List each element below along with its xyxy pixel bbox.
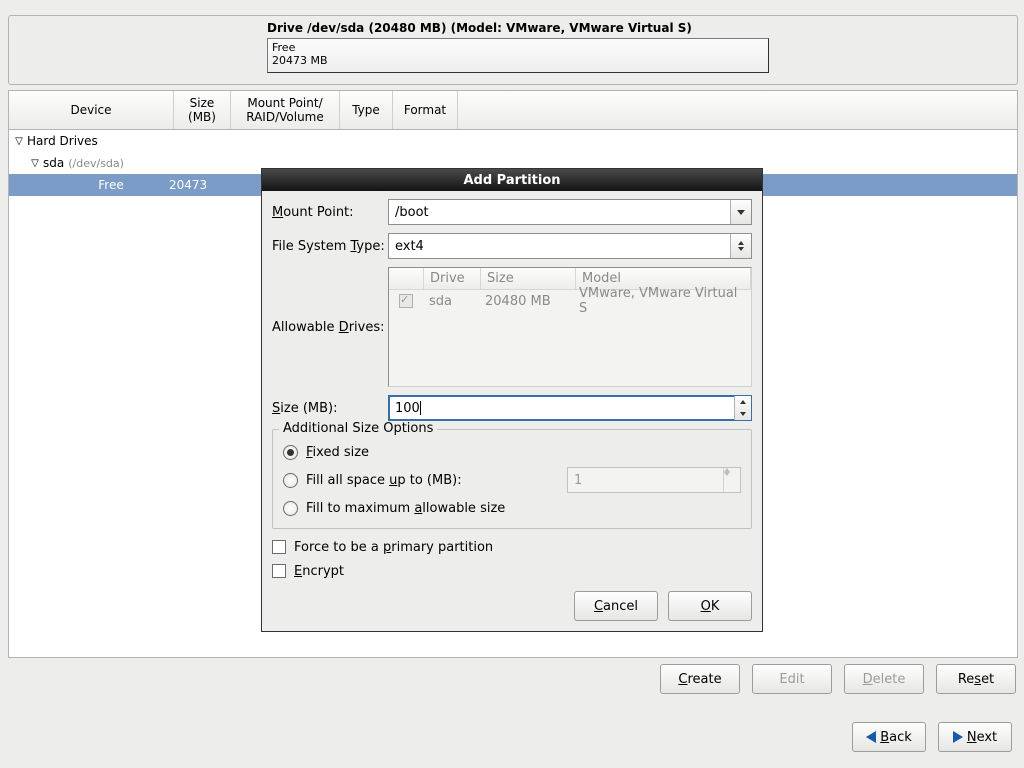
arrow-left-icon — [866, 731, 876, 743]
additional-size-legend: Additional Size Options — [279, 421, 437, 436]
ok-button[interactable]: OK — [668, 591, 752, 621]
dropdown-button[interactable] — [730, 200, 751, 224]
drive-summary-title: Drive /dev/sda (20480 MB) (Model: VMware… — [267, 21, 692, 35]
size-value[interactable]: 100 — [389, 401, 734, 416]
free-label: Free — [49, 178, 169, 192]
opt-max-label: Fill to maximum allowable size — [306, 501, 505, 516]
drive-summary-panel: Drive /dev/sda (20480 MB) (Model: VMware… — [8, 15, 1018, 85]
partition-table-header: Device Size (MB) Mount Point/ RAID/Volum… — [9, 91, 1017, 130]
cancel-button[interactable]: Cancel — [574, 591, 658, 621]
drives-row-size: 20480 MB — [479, 294, 573, 309]
checkbox-checked-disabled-icon — [399, 294, 413, 308]
wizard-nav: Back Next — [852, 722, 1012, 752]
col-size[interactable]: Size (MB) — [174, 91, 231, 129]
chevron-down-icon — [737, 210, 745, 215]
dialog-title: Add Partition — [262, 169, 762, 191]
arrow-right-icon — [953, 731, 963, 743]
encrypt-row[interactable]: Encrypt — [272, 559, 752, 583]
allowable-drives-list: Drive Size Model sda 20480 MB VMware, VM… — [388, 267, 752, 387]
drives-col-size: Size — [481, 268, 576, 290]
dropdown-button[interactable] — [730, 234, 751, 258]
drive-free-label: Free — [272, 41, 764, 54]
mount-point-combo[interactable]: /boot — [388, 199, 752, 225]
allowable-drives-label: Allowable Drives: — [272, 320, 388, 335]
radio-upto[interactable] — [283, 473, 298, 488]
tree-row-hard-drives[interactable]: ▽ Hard Drives — [9, 130, 1017, 152]
opt-fixed-row[interactable]: Fixed size — [283, 438, 741, 466]
col-type[interactable]: Type — [340, 91, 393, 129]
chevron-down-icon — [724, 472, 730, 476]
force-primary-label: Force to be a primary partition — [294, 540, 493, 555]
chevron-up-icon — [738, 241, 744, 245]
tree-drive-path: (/dev/sda) — [68, 157, 124, 170]
size-spinner[interactable]: 100 — [388, 395, 752, 421]
size-label: Size (MB): — [272, 401, 388, 416]
reset-button[interactable]: Reset — [936, 664, 1016, 694]
mount-point-value: /boot — [389, 205, 730, 220]
mount-point-label: Mount Point: — [272, 205, 388, 220]
drives-row-model: VMware, VMware Virtual S — [573, 286, 751, 316]
drives-row-name: sda — [423, 294, 479, 309]
checkbox-force-primary[interactable] — [272, 540, 286, 554]
fs-type-value: ext4 — [389, 239, 730, 254]
checkbox-encrypt[interactable] — [272, 564, 286, 578]
radio-fixed[interactable] — [283, 445, 298, 460]
opt-max-row[interactable]: Fill to maximum allowable size — [283, 494, 741, 522]
chevron-down-icon — [738, 247, 744, 251]
upto-value: 1 — [568, 473, 723, 488]
partition-action-bar: Create Edit Delete Reset — [8, 664, 1020, 698]
opt-fixed-label: Fixed size — [306, 445, 369, 460]
add-partition-dialog: Add Partition Mount Point: /boot File Sy… — [261, 168, 763, 632]
expander-icon[interactable]: ▽ — [13, 136, 25, 147]
tree-label: Hard Drives — [27, 134, 98, 148]
tree-drive-name: sda — [43, 156, 64, 170]
upto-spinner: 1 — [567, 467, 741, 493]
col-mount[interactable]: Mount Point/ RAID/Volume — [231, 91, 340, 129]
drives-row: sda 20480 MB VMware, VMware Virtual S — [389, 290, 751, 312]
fs-type-combo[interactable]: ext4 — [388, 233, 752, 259]
drive-free-size: 20473 MB — [272, 54, 764, 67]
encrypt-label: Encrypt — [294, 564, 344, 579]
delete-button: Delete — [844, 664, 924, 694]
edit-button: Edit — [752, 664, 832, 694]
chevron-down-icon — [740, 412, 746, 416]
force-primary-row[interactable]: Force to be a primary partition — [272, 535, 752, 559]
col-format[interactable]: Format — [393, 91, 458, 129]
chevron-up-icon — [740, 400, 746, 404]
free-size: 20473 — [169, 178, 213, 192]
opt-upto-row[interactable]: Fill all space up to (MB): 1 — [283, 466, 741, 494]
col-device[interactable]: Device — [9, 91, 174, 129]
additional-size-options: Additional Size Options Fixed size Fill … — [272, 429, 752, 529]
drives-col-drive: Drive — [424, 268, 481, 290]
fs-type-label: File System Type: — [272, 239, 388, 254]
next-button[interactable]: Next — [938, 722, 1012, 752]
create-button[interactable]: Create — [660, 664, 740, 694]
radio-max[interactable] — [283, 501, 298, 516]
opt-upto-label: Fill all space up to (MB): — [306, 473, 462, 488]
spinner-buttons[interactable] — [734, 396, 751, 420]
expander-icon[interactable]: ▽ — [29, 158, 41, 169]
back-button[interactable]: Back — [852, 722, 926, 752]
drive-free-block[interactable]: Free 20473 MB — [267, 38, 769, 73]
